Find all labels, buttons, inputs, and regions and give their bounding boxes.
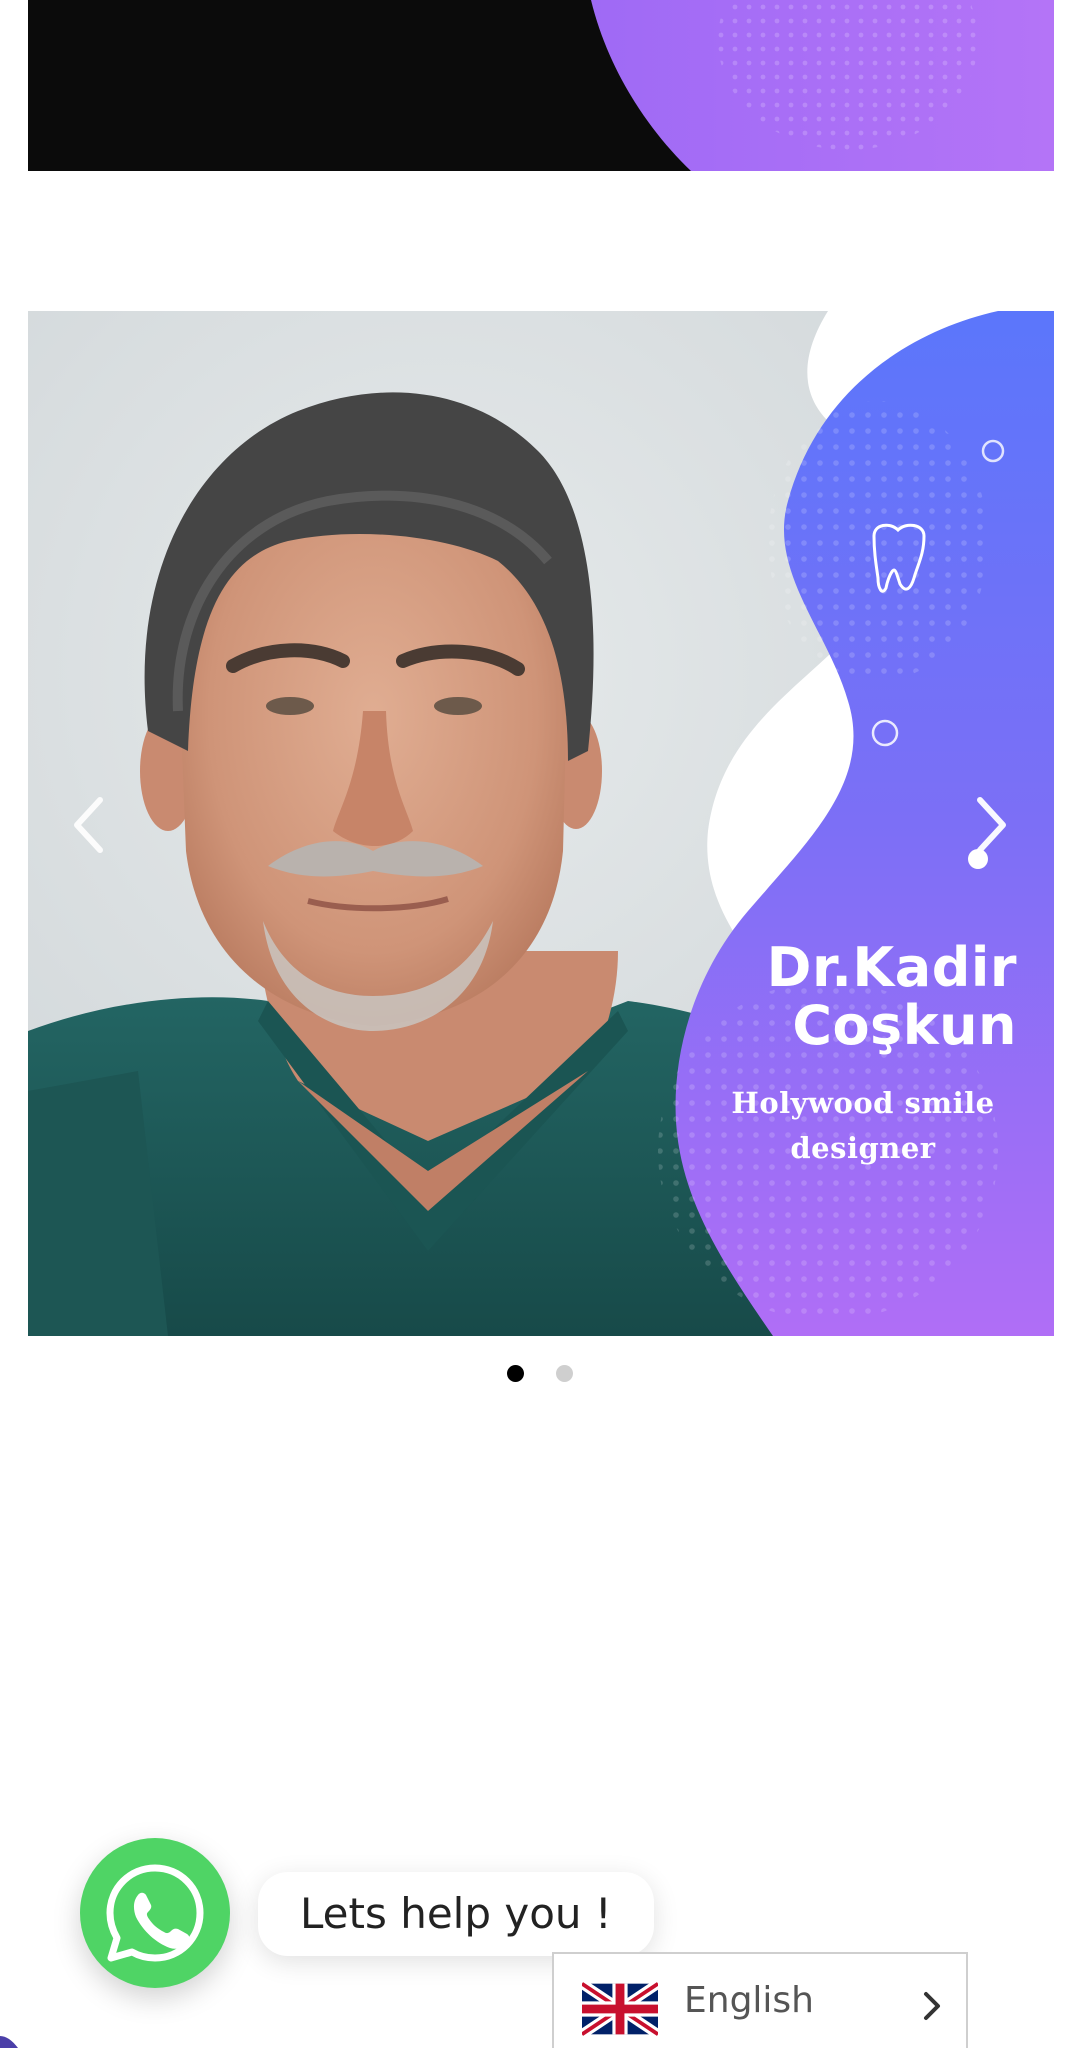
slider-prev-button[interactable]: [65, 790, 115, 860]
slider-dot-2[interactable]: [556, 1365, 573, 1382]
doctor-title-line2: designer: [790, 1131, 936, 1165]
language-label: English: [684, 1980, 814, 2021]
corner-accent: [0, 2036, 18, 2048]
whatsapp-icon: [106, 1864, 204, 1962]
chevron-right-icon: [977, 797, 1006, 853]
page: Dr.Kadir Coşkun Holywood smile designer …: [0, 0, 1082, 2048]
doctor-name-line1: Dr.Kadir: [766, 936, 1017, 999]
whatsapp-help-bubble[interactable]: Lets help you !: [258, 1872, 654, 1956]
whatsapp-button[interactable]: [80, 1838, 230, 1988]
uk-flag-icon: [582, 1981, 658, 2037]
language-selector[interactable]: English: [552, 1952, 968, 2048]
doctor-slider[interactable]: Dr.Kadir Coşkun Holywood smile designer: [28, 311, 1054, 1336]
slider-next-button[interactable]: [965, 790, 1015, 860]
doctor-title-line1: Holywood smile: [731, 1086, 995, 1120]
doctor-name-line2: Coşkun: [792, 994, 1017, 1057]
slider-dot-1[interactable]: [507, 1365, 524, 1382]
brand-wave-overlay: [658, 311, 1054, 1336]
doctor-title: Holywood smile designer: [698, 1081, 1028, 1171]
slider-pagination: [0, 1365, 1082, 1387]
chevron-left-icon: [74, 797, 103, 853]
top-banner-graphic: [28, 0, 1054, 171]
top-banner-image: [28, 0, 1054, 171]
doctor-name: Dr.Kadir Coşkun: [597, 939, 1017, 1055]
chevron-right-icon: [924, 1992, 940, 2020]
